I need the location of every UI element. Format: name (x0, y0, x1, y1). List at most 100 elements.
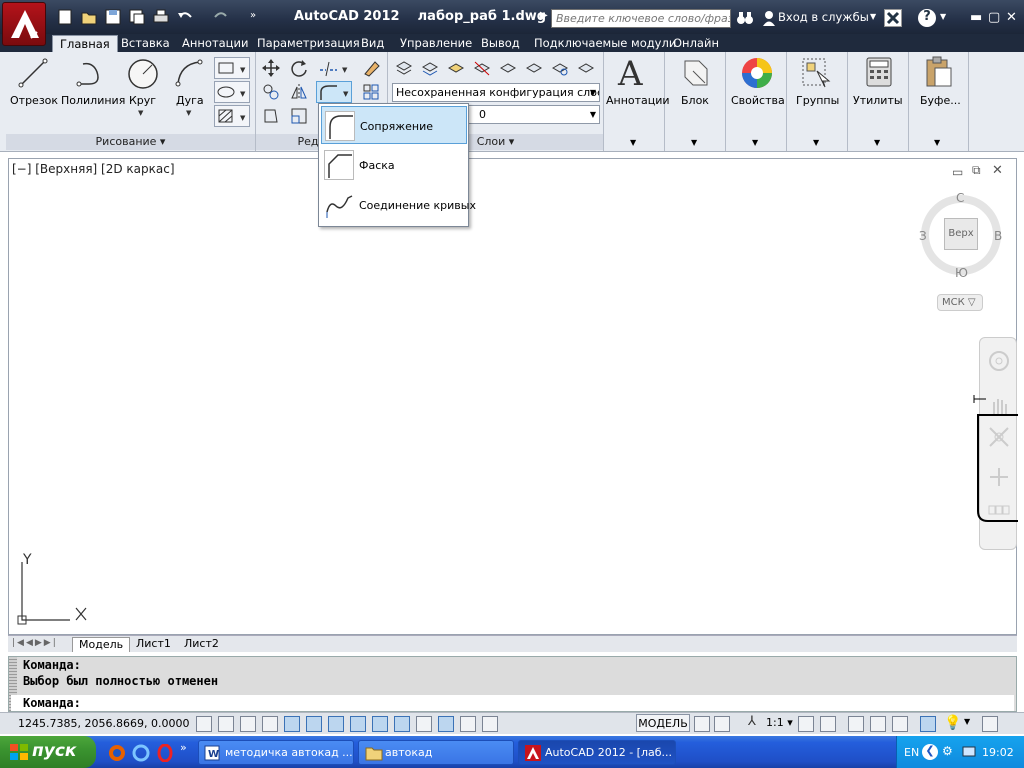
more-qat-icon[interactable]: » (250, 10, 256, 21)
menu-item-chamfer[interactable]: Фаска (321, 146, 467, 184)
viewport-minimize-icon[interactable]: ▭ (952, 165, 963, 179)
steering-wheel-icon[interactable] (988, 350, 1010, 372)
login-dropdown-icon[interactable]: ▼ (870, 12, 876, 21)
quick-view-layouts-icon[interactable] (694, 716, 710, 732)
layer-match-icon[interactable] (419, 57, 441, 79)
line-tool-label[interactable]: Отрезок (10, 94, 58, 107)
help-dropdown-icon[interactable]: ▼ (940, 12, 946, 21)
compass-west[interactable]: З (919, 229, 927, 243)
clean-screen-icon[interactable] (982, 716, 998, 732)
search-input[interactable]: Введите ключевое слово/фразу (551, 9, 731, 28)
binoculars-icon[interactable] (736, 10, 754, 26)
firefox-icon[interactable] (108, 744, 126, 762)
layer-freeze-icon[interactable] (497, 57, 519, 79)
polar-tracking-icon[interactable] (284, 716, 300, 732)
coordinate-readout[interactable]: 1245.7385, 2056.8669, 0.0000 (18, 717, 189, 730)
layer-walk-icon[interactable] (549, 57, 571, 79)
tab-online[interactable]: Онлайн (666, 35, 726, 52)
layer-iso-icon[interactable] (445, 57, 467, 79)
object-snap-icon[interactable] (306, 716, 322, 732)
compass-south[interactable]: Ю (955, 266, 968, 280)
redo-icon[interactable] (212, 8, 230, 26)
arc-dropdown-icon[interactable]: ▼ (186, 109, 191, 117)
layout-tab-sheet2[interactable]: Лист2 (178, 637, 225, 652)
annotation-scale-value[interactable]: 1:1 ▾ (766, 716, 793, 729)
status-menu-icon[interactable]: ▼ (964, 717, 970, 726)
ucs-menu[interactable]: МСК ▽ (937, 294, 983, 311)
layout-tab-sheet1[interactable]: Лист1 (130, 637, 177, 652)
scale-icon[interactable] (288, 105, 310, 127)
viewcube[interactable]: Верх С Ю З В (918, 191, 1004, 280)
fillet-split-button[interactable]: ▼ (316, 81, 352, 103)
grid-display-icon[interactable] (240, 716, 256, 732)
tab-insert[interactable]: Вставка (114, 35, 177, 52)
infer-constraints-icon[interactable] (196, 716, 212, 732)
layout-nav-arrows-icon[interactable]: |◀◀▶▶| (12, 638, 58, 648)
polyline-tool-label[interactable]: Полилиния (61, 94, 125, 107)
save-icon[interactable] (104, 8, 122, 26)
rectangle-tool-button[interactable]: ▼ (214, 57, 250, 79)
exchange-icon[interactable] (884, 9, 902, 27)
command-input[interactable]: Команда: (11, 695, 1014, 711)
stretch-icon[interactable] (260, 105, 282, 127)
tab-output[interactable]: Вывод (474, 35, 527, 52)
workspace-switch-icon[interactable] (848, 716, 864, 732)
erase-icon[interactable] (360, 57, 382, 79)
selection-cycling-icon[interactable] (482, 716, 498, 732)
viewport-restore-icon[interactable]: ⧉ (972, 163, 981, 178)
hatch-tool-button[interactable]: ▼ (214, 105, 250, 127)
login-button[interactable]: Вход в службы (778, 10, 869, 24)
3d-object-snap-icon[interactable] (328, 716, 344, 732)
snap-mode-icon[interactable] (218, 716, 234, 732)
isolate-objects-icon[interactable] (920, 716, 936, 732)
menu-item-fillet[interactable]: Сопряжение (321, 106, 467, 144)
drawing-canvas[interactable] (8, 158, 1017, 635)
draw-panel-footer[interactable]: Рисование ▾ (6, 134, 255, 150)
ortho-mode-icon[interactable] (262, 716, 278, 732)
undo-icon[interactable] (176, 8, 194, 26)
layout-tab-model[interactable]: Модель (72, 637, 131, 652)
minimize-icon[interactable]: ▬ (970, 10, 982, 25)
mirror-icon[interactable] (288, 81, 310, 103)
close-icon[interactable]: ✕ (1006, 10, 1017, 25)
lineweight-icon[interactable] (416, 716, 432, 732)
layer-lock-icon[interactable] (523, 57, 545, 79)
opera-icon[interactable] (156, 744, 174, 762)
viewport-close-icon[interactable]: ✕ (992, 163, 1003, 178)
circle-dropdown-icon[interactable]: ▼ (138, 109, 143, 117)
save-as-icon[interactable] (128, 8, 146, 26)
model-space-button[interactable]: МОДЕЛЬ (636, 714, 690, 732)
block-panel[interactable]: Блок ▼ (665, 52, 726, 151)
dynamic-input-icon[interactable] (394, 716, 410, 732)
circle-tool-label[interactable]: Круг (129, 94, 156, 107)
object-snap-tracking-icon[interactable] (350, 716, 366, 732)
maximize-icon[interactable]: ▢ (988, 10, 1000, 25)
layer-unlock-icon[interactable] (575, 57, 597, 79)
tab-manage[interactable]: Управление (393, 35, 479, 52)
properties-panel[interactable]: Свойства ▼ (726, 52, 787, 151)
language-indicator[interactable]: EN (904, 746, 919, 759)
transparency-icon[interactable] (438, 716, 454, 732)
quick-view-drawings-icon[interactable] (714, 716, 730, 732)
array-icon[interactable] (360, 81, 382, 103)
trim-icon[interactable]: ▼ (316, 57, 350, 79)
circle-tool-icon[interactable] (127, 58, 159, 90)
dynamic-ucs-icon[interactable] (372, 716, 388, 732)
auto-scale-icon[interactable] (820, 716, 836, 732)
print-icon[interactable] (152, 8, 170, 26)
quicklaunch-expand-icon[interactable]: » (180, 741, 187, 754)
annotation-scale-icon[interactable]: ⅄ (748, 714, 756, 729)
clipboard-panel[interactable]: Буфе... ▼ (909, 52, 969, 151)
groups-panel[interactable]: Группы ▼ (787, 52, 848, 151)
line-tool-icon[interactable] (18, 58, 48, 88)
network-icon[interactable] (962, 745, 976, 759)
tab-annotate[interactable]: Аннотации (175, 35, 255, 52)
taskbar-window-autocad[interactable]: AutoCAD 2012 - [лаб... (518, 740, 676, 765)
layer-off-icon[interactable] (471, 57, 493, 79)
rotate-icon[interactable] (288, 57, 310, 79)
utilities-panel[interactable]: Утилиты ▼ (848, 52, 909, 151)
internet-explorer-icon[interactable] (132, 744, 150, 762)
compass-east[interactable]: В (994, 229, 1002, 243)
layer-properties-icon[interactable] (393, 57, 415, 79)
layer-state-dropdown[interactable]: Несохраненная конфигурация слоев ▼ (392, 83, 600, 102)
